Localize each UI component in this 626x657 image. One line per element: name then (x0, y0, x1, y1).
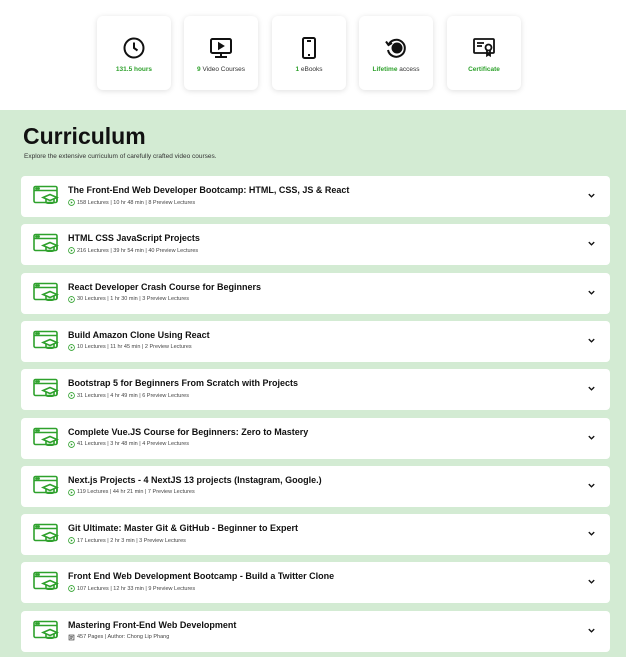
curriculum-title: Curriculum (23, 123, 146, 149)
course-meta-text: 41 Lectures | 3 hr 48 min | 4 Preview Le… (77, 441, 189, 447)
chevron-down-icon[interactable] (587, 288, 596, 297)
course-item[interactable]: React Developer Crash Course for Beginne… (21, 272, 610, 314)
phone-icon (302, 37, 316, 59)
course-meta-text: 119 Lectures | 44 hr 21 min | 7 Preview … (77, 489, 195, 496)
course-title: Build Amazon Clone Using React (68, 329, 210, 340)
stat-label: 1 eBooks (295, 66, 323, 73)
lifetime-icon (385, 38, 406, 58)
course-meta: 216 Lectures | 39 hr 54 min | 40 Preview… (68, 247, 199, 255)
online-course-icon (33, 378, 59, 398)
online-course-icon (33, 427, 59, 446)
course-meta: 457 Pages | Author: Chong Lip Phang (68, 634, 169, 641)
course-title: Git Ultimate: Master Git & GitHub - Begi… (68, 523, 299, 534)
stat-card-video-courses: 9 Video Courses (184, 16, 258, 90)
features-strip: 131.5 hours 9 Video Courses 1 eBooks Lif… (0, 0, 626, 110)
course-item[interactable]: Bootstrap 5 for Beginners From Scratch w… (21, 369, 610, 411)
online-course-icon (33, 185, 59, 205)
course-item[interactable]: Next.js Projects - 4 NextJS 13 projects … (21, 465, 610, 507)
course-item[interactable]: Mastering Front-End Web Development 457 … (21, 610, 610, 652)
stat-label: Certificate (468, 66, 500, 73)
course-meta-text: 158 Lectures | 10 hr 48 min | 8 Preview … (77, 199, 196, 206)
course-meta: 31 Lectures | 4 hr 49 min | 6 Preview Le… (68, 392, 189, 400)
course-item[interactable]: Front End Web Development Bootcamp - Bui… (21, 562, 610, 604)
play-circle-icon (68, 199, 75, 206)
chevron-down-icon[interactable] (587, 529, 596, 538)
course-meta: 17 Lectures | 2 hr 3 min | 3 Preview Lec… (68, 537, 186, 544)
online-course-icon (33, 475, 59, 494)
chevron-down-icon[interactable] (587, 384, 596, 393)
online-course-icon (33, 233, 59, 253)
course-meta: 41 Lectures | 3 hr 48 min | 4 Preview Le… (68, 440, 189, 448)
play-circle-icon (68, 440, 75, 448)
course-item[interactable]: The Front-End Web Developer Bootcamp: HT… (21, 176, 610, 217)
course-title: Complete Vue.JS Course for Beginners: Ze… (68, 426, 309, 437)
chevron-down-icon[interactable] (587, 433, 596, 442)
play-circle-icon (68, 392, 75, 400)
curriculum-subtitle: Explore the extensive curriculum of care… (24, 153, 217, 160)
chevron-down-icon[interactable] (587, 336, 596, 345)
online-course-icon (33, 282, 59, 301)
course-title: Mastering Front-End Web Development (68, 619, 237, 630)
course-meta: 107 Lectures | 12 hr 33 min | 9 Preview … (68, 585, 196, 593)
course-item[interactable]: Build Amazon Clone Using React 10 Lectur… (21, 320, 610, 362)
course-meta: 30 Lectures | 1 hr 30 min | 3 Preview Le… (68, 295, 189, 303)
course-meta-text: 457 Pages | Author: Chong Lip Phang (77, 634, 170, 641)
stat-card-ebooks: 1 eBooks (272, 16, 346, 90)
stat-card-certificate: Certificate (447, 16, 521, 90)
course-meta-text: 30 Lectures | 1 hr 30 min | 3 Preview Le… (77, 296, 189, 303)
course-meta-text: 107 Lectures | 12 hr 33 min | 9 Preview … (77, 585, 196, 592)
book-icon (68, 634, 75, 640)
online-course-icon (33, 620, 59, 639)
play-circle-icon (68, 585, 75, 593)
stat-label: 131.5 hours (115, 66, 153, 73)
course-title: React Developer Crash Course for Beginne… (68, 281, 262, 292)
play-circle-icon (68, 295, 75, 303)
stat-card-lifetime: Lifetime access (359, 16, 433, 90)
certificate-icon (473, 38, 495, 58)
chevron-down-icon[interactable] (587, 626, 596, 635)
play-circle-icon (68, 488, 75, 496)
course-item[interactable]: HTML CSS JavaScript Projects 216 Lecture… (21, 224, 610, 266)
stat-label: Lifetime access (372, 66, 420, 73)
stat-label: 9 Video Courses (197, 66, 245, 73)
course-meta-text: 17 Lectures | 2 hr 3 min | 3 Preview Lec… (77, 537, 186, 544)
chevron-down-icon[interactable] (587, 481, 596, 490)
online-course-icon (33, 572, 59, 591)
course-title: HTML CSS JavaScript Projects (68, 233, 200, 244)
course-title: Front End Web Development Bootcamp - Bui… (68, 571, 335, 582)
chevron-down-icon[interactable] (587, 191, 596, 200)
course-meta-text: 31 Lectures | 4 hr 49 min | 6 Preview Le… (77, 392, 189, 399)
course-meta: 119 Lectures | 44 hr 21 min | 7 Preview … (68, 488, 195, 496)
chevron-down-icon[interactable] (587, 577, 596, 586)
play-circle-icon (68, 344, 75, 351)
course-item[interactable]: Git Ultimate: Master Git & GitHub - Begi… (21, 514, 610, 556)
course-meta-text: 10 Lectures | 11 hr 45 min | 2 Preview L… (77, 344, 192, 351)
curriculum-section: Curriculum Explore the extensive curricu… (0, 110, 626, 657)
course-meta: 158 Lectures | 10 hr 48 min | 8 Preview … (68, 199, 195, 206)
online-course-icon (33, 523, 59, 543)
course-title: Bootstrap 5 for Beginners From Scratch w… (68, 378, 299, 389)
video-icon (210, 38, 232, 58)
play-circle-icon (68, 247, 75, 255)
clock-icon (123, 37, 145, 59)
online-course-icon (33, 330, 59, 349)
course-title: Next.js Projects - 4 NextJS 13 projects … (68, 474, 322, 485)
stat-card-hours: 131.5 hours (97, 16, 171, 90)
chevron-down-icon[interactable] (587, 239, 596, 248)
course-meta: 10 Lectures | 11 hr 45 min | 2 Preview L… (68, 344, 192, 351)
course-meta-text: 216 Lectures | 39 hr 54 min | 40 Preview… (77, 247, 199, 254)
play-circle-icon (68, 537, 75, 544)
course-item[interactable]: Complete Vue.JS Course for Beginners: Ze… (21, 417, 610, 459)
course-title: The Front-End Web Developer Bootcamp: HT… (68, 185, 350, 195)
